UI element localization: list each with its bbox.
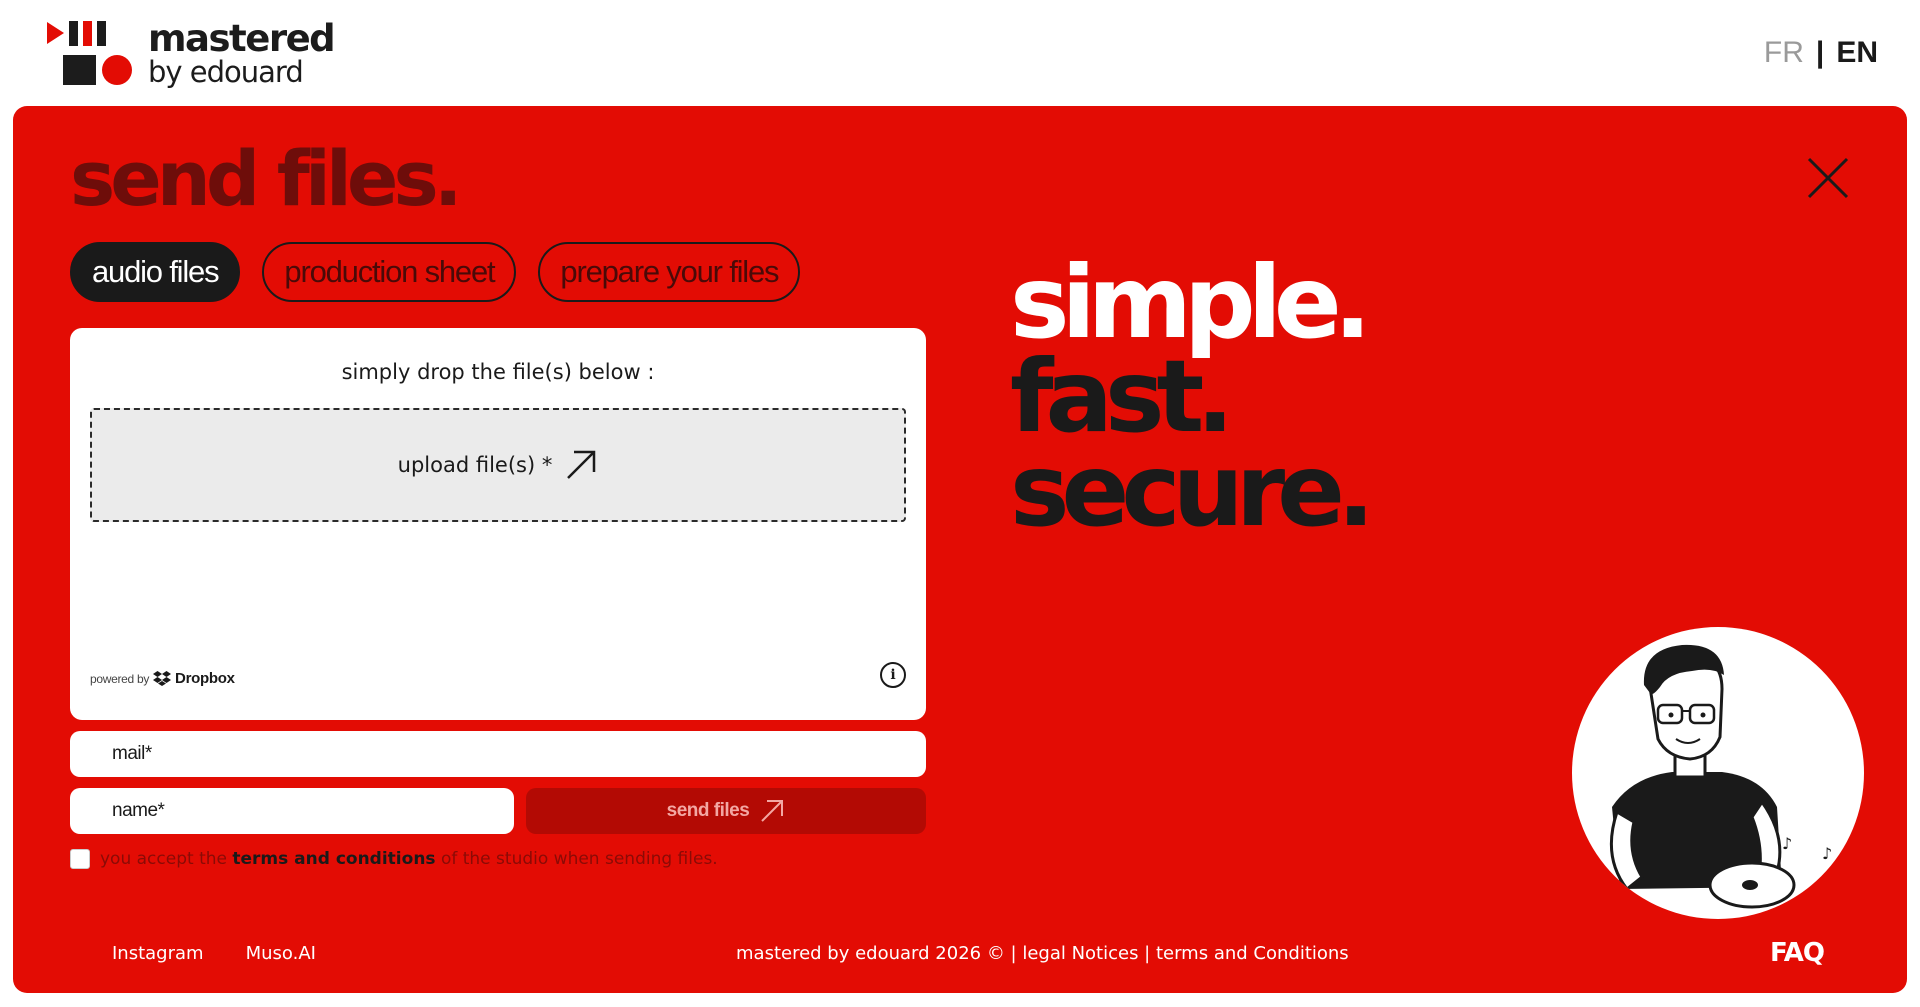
name-field[interactable]: name* <box>70 788 514 834</box>
arrow-up-right-icon <box>761 800 784 822</box>
slogan-secure: secure. <box>1010 432 1375 549</box>
footer-link-instagram[interactable]: Instagram <box>112 943 204 964</box>
footer-copyright[interactable]: mastered by edouard 2026 © | legal Notic… <box>736 943 1349 964</box>
powered-by-dropbox: powered by Dropbox <box>90 670 235 687</box>
tab-bar: audio files production sheet prepare you… <box>70 242 801 302</box>
slogan: simple. fast. secure. <box>1010 244 1375 549</box>
lang-fr-link[interactable]: FR <box>1764 36 1804 70</box>
terms-suffix: of the studio when sending files. <box>440 849 718 869</box>
powered-by-text: powered by <box>90 671 150 686</box>
faq-link[interactable]: FAQ <box>1770 938 1825 968</box>
drop-instructions: simply drop the file(s) below : <box>341 360 655 384</box>
footer-links: Instagram Muso.AI <box>112 943 316 964</box>
send-files-button[interactable]: send files <box>526 788 926 834</box>
tab-prepare-your-files[interactable]: prepare your files <box>538 242 801 302</box>
upload-dropzone[interactable]: upload file(s) * <box>90 408 906 522</box>
slogan-fast: fast. <box>1010 338 1234 455</box>
terms-prefix: you accept the <box>100 849 227 869</box>
footer-link-musoai[interactable]: Muso.AI <box>246 943 316 964</box>
terms-acceptance: you accept the terms and conditions of t… <box>70 849 718 869</box>
arrow-up-right-icon <box>567 450 596 479</box>
svg-text:♪: ♪ <box>1782 834 1792 853</box>
dropbox-upload-card: simply drop the file(s) below : upload f… <box>70 328 926 720</box>
terms-checkbox[interactable] <box>70 849 90 869</box>
site-header: mastered by edouard FR | EN <box>0 0 1920 106</box>
dropbox-icon <box>153 670 172 686</box>
language-switcher: FR | EN <box>1764 36 1878 70</box>
site-logo[interactable]: mastered by edouard <box>47 18 337 88</box>
lang-en-link[interactable]: EN <box>1836 36 1878 70</box>
info-icon[interactable]: i <box>880 662 906 688</box>
slogan-simple: simple. <box>1010 244 1372 361</box>
avatar-illustration: ♪ ♪ <box>1572 627 1864 919</box>
mail-field[interactable]: mail* <box>70 731 926 777</box>
send-files-panel: send files. audio files production sheet… <box>13 106 1907 993</box>
page-title: send files. <box>70 134 463 223</box>
lang-separator: | <box>1815 36 1825 69</box>
tab-production-sheet[interactable]: production sheet <box>262 242 517 302</box>
logo-mark-icon <box>47 21 132 85</box>
bottom-strip <box>0 993 1920 1007</box>
terms-link[interactable]: terms and conditions <box>232 849 435 869</box>
close-icon[interactable] <box>1806 156 1850 200</box>
send-files-label: send files <box>666 800 750 821</box>
dropbox-name: Dropbox <box>175 670 235 687</box>
svg-text:♪: ♪ <box>1822 844 1832 863</box>
upload-label: upload file(s) * <box>397 453 553 477</box>
logo-subtitle: by edouard <box>148 55 304 89</box>
logo-title: mastered <box>148 17 336 60</box>
tab-audio-files[interactable]: audio files <box>70 242 241 302</box>
